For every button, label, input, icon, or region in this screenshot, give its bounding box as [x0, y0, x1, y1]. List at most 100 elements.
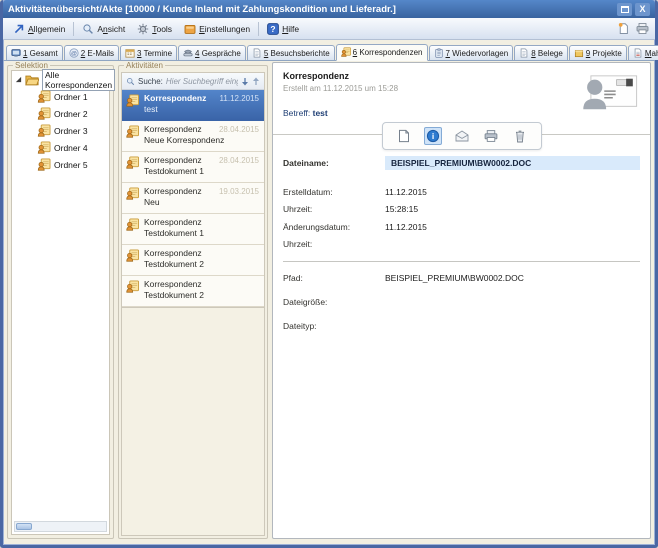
menu-hilfe[interactable]: Hilfe	[261, 21, 305, 37]
tree-item-ordner-2[interactable]: Ordner 2	[12, 105, 109, 122]
tab-gesamt[interactable]: 1 Gesamt	[6, 45, 63, 60]
search-input[interactable]: Hier Suchbegriff eingeben ...	[166, 77, 238, 86]
correspondence-icon	[37, 158, 51, 171]
contact-card-icon	[578, 73, 640, 113]
correspondence-icon	[126, 94, 139, 107]
item-date: 28.04.2015	[219, 156, 259, 165]
report-icon	[252, 48, 262, 58]
dunning-icon	[633, 48, 643, 58]
window-title: Aktivitätenübersicht/Akte [10000 / Kunde…	[8, 4, 614, 15]
search-bar[interactable]: Suche: Hier Suchbegriff eingeben ...	[122, 73, 264, 90]
aktivitaeten-label: Aktivitäten	[124, 61, 165, 70]
arrow-down-icon[interactable]	[241, 77, 249, 86]
delete-button[interactable]	[511, 127, 529, 145]
header-divider	[273, 134, 650, 135]
empty-area	[122, 307, 264, 535]
expand-triangle-icon[interactable]	[15, 76, 22, 83]
tree-item-alle-korrespondenzen[interactable]: Alle Korrespondenzen	[12, 71, 109, 88]
menu-allgemein[interactable]: Allgemein	[7, 21, 71, 37]
tab-mahndokumente[interactable]: Mahndokumente	[628, 45, 658, 60]
menu-einstellungen[interactable]: Einstellungen	[178, 21, 256, 37]
item-date: 28.04.2015	[219, 125, 259, 134]
correspondence-icon	[37, 141, 51, 154]
tree-item-ordner-4[interactable]: Ordner 4	[12, 139, 109, 156]
field-dateiname: Dateiname: BEISPIEL_PREMIUM\BW0002.DOC	[283, 156, 640, 170]
activity-item[interactable]: Korrespondenz Testdokument 1 28.04.2015	[122, 152, 264, 183]
item-date: 11.12.2015	[220, 94, 259, 103]
correspondence-icon	[126, 249, 139, 262]
activity-item[interactable]: Korrespondenz Testdokument 2	[122, 245, 264, 276]
detail-header: Korrespondenz Erstellt am 11.12.2015 um …	[273, 63, 650, 118]
magnifier-icon	[82, 23, 94, 35]
field-erstelldatum: Erstelldatum: 11.12.2015	[283, 186, 640, 197]
correspondence-icon	[126, 125, 139, 138]
printer-icon[interactable]	[636, 22, 649, 35]
calendar-icon	[125, 48, 135, 58]
open-folder-icon	[25, 73, 39, 86]
fields-divider	[283, 261, 640, 262]
clipboard-icon	[434, 48, 444, 58]
item-date: 19.03.2015	[219, 187, 259, 196]
tab-korrespondenzen[interactable]: 6 Korrespondenzen	[336, 44, 428, 61]
arrow-up-right-icon	[13, 23, 25, 35]
menu-tools[interactable]: Tools	[131, 21, 178, 37]
activity-list: Suche: Hier Suchbegriff eingeben ... Kor…	[121, 72, 265, 536]
betreff-value: test	[313, 108, 328, 118]
activity-item[interactable]: Korrespondenz Neue Korrespondenz 28.04.2…	[122, 121, 264, 152]
trash-icon	[513, 129, 527, 143]
restore-button[interactable]	[617, 3, 632, 16]
project-icon	[574, 48, 584, 58]
tree-item-ordner-1[interactable]: Ordner 1	[12, 88, 109, 105]
aktivitaeten-panel: Aktivitäten Suche: Hier Suchbegriff eing…	[118, 65, 268, 539]
tab-projekte[interactable]: 9 Projekte	[569, 45, 627, 60]
activity-item[interactable]: Korrespondenz test 11.12.2015	[122, 90, 264, 121]
tab-gespraeche[interactable]: 4 Gespräche	[178, 45, 246, 60]
tab-wiedervorlagen[interactable]: 7 Wiedervorlagen	[429, 45, 514, 60]
tree-item-ordner-5[interactable]: Ordner 5	[12, 156, 109, 173]
tree-item-ordner-3[interactable]: Ordner 3	[12, 122, 109, 139]
gear-icon	[137, 23, 149, 35]
arrow-up-icon[interactable]	[252, 77, 260, 86]
horizontal-scrollbar[interactable]	[14, 521, 107, 532]
activity-item[interactable]: Korrespondenz Neu 19.03.2015	[122, 183, 264, 214]
activity-item[interactable]: Korrespondenz Testdokument 2	[122, 276, 264, 307]
search-icon	[126, 77, 135, 86]
betreff-label: Betreff:	[283, 108, 310, 118]
document-toolbar	[382, 122, 542, 150]
document-icon	[397, 129, 411, 143]
field-dateityp: Dateityp:	[283, 320, 640, 331]
menu-ansicht[interactable]: Ansicht	[76, 21, 131, 37]
info-button[interactable]	[424, 127, 442, 145]
close-button[interactable]: X	[635, 3, 650, 16]
menubar: Allgemein Ansicht Tools Einstellungen Hi…	[3, 18, 655, 40]
mail-button[interactable]	[453, 127, 471, 145]
search-label: Suche:	[138, 77, 163, 86]
content-area: Selektion Alle Korrespondenzen Ordner 1 …	[3, 61, 655, 545]
printer-icon	[484, 129, 498, 143]
tab-termine[interactable]: 3 Termine	[120, 45, 177, 60]
settings-icon	[184, 23, 196, 35]
tab-belege[interactable]: 8 Belege	[514, 45, 568, 60]
field-uhrzeit-1: Uhrzeit: 15:28:15	[283, 203, 640, 214]
detail-fields: Dateiname: BEISPIEL_PREMIUM\BW0002.DOC E…	[273, 156, 650, 337]
correspondence-icon	[37, 107, 51, 120]
korrespondenz-detail-panel: Korrespondenz Erstellt am 11.12.2015 um …	[272, 62, 651, 539]
scrollbar-thumb[interactable]	[16, 523, 32, 530]
document-button[interactable]	[395, 127, 413, 145]
folder-tree: Alle Korrespondenzen Ordner 1 Ordner 2 O…	[11, 70, 110, 535]
menu-separator	[258, 22, 259, 36]
tab-emails[interactable]: 2 E-Mails	[64, 45, 119, 60]
titlebar: Aktivitätenübersicht/Akte [10000 / Kunde…	[3, 0, 655, 18]
correspondence-icon	[126, 156, 139, 169]
tab-besuchsberichte[interactable]: 5 Besuchsberichte	[247, 45, 335, 60]
tabbar: 1 Gesamt 2 E-Mails 3 Termine 4 Gespräche…	[3, 40, 655, 61]
activity-item[interactable]: Korrespondenz Testdokument 1	[122, 214, 264, 245]
field-uhrzeit-2: Uhrzeit:	[283, 238, 640, 249]
field-aenderungsdatum: Änderungsdatum: 11.12.2015	[283, 221, 640, 232]
print-button[interactable]	[482, 127, 500, 145]
new-document-icon[interactable]	[617, 22, 630, 35]
page-icon	[519, 48, 529, 58]
phone-icon	[183, 48, 193, 58]
menubar-right-buttons	[617, 22, 651, 35]
dateiname-value: BEISPIEL_PREMIUM\BW0002.DOC	[385, 156, 640, 170]
